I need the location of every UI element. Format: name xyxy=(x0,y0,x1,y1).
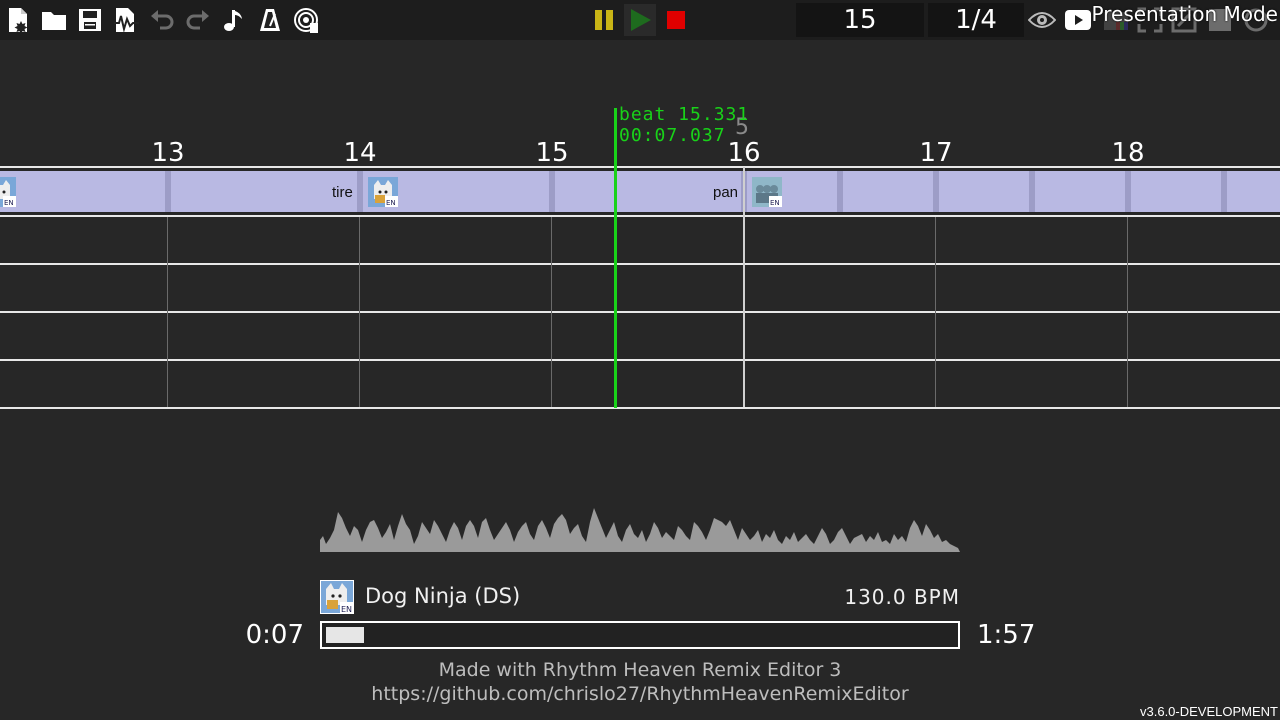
presentation-mode-icon[interactable] xyxy=(1062,4,1094,36)
beat-number: 14 xyxy=(343,138,377,168)
dog-ninja-icon: EN xyxy=(0,177,16,207)
beat-gridline xyxy=(1127,217,1128,407)
beat-gridline xyxy=(167,217,168,407)
credits-line: Made with Rhythm Heaven Remix Editor 3 xyxy=(438,659,842,681)
undo-icon[interactable] xyxy=(146,4,178,36)
broadcast-icon[interactable] xyxy=(290,4,322,36)
bpm-label: 130.0 BPM xyxy=(844,585,960,609)
version-label: v3.6.0-DEVELOPMENT xyxy=(1140,704,1278,719)
metronome-icon[interactable] xyxy=(254,4,286,36)
svg-text:EN: EN xyxy=(341,605,352,614)
stop-icon[interactable] xyxy=(660,4,692,36)
svg-text:EN: EN xyxy=(4,199,14,207)
cue-divider xyxy=(1029,171,1035,212)
playback-progress-bar[interactable] xyxy=(320,621,960,649)
cue-divider xyxy=(933,171,939,212)
beat-number: 15 xyxy=(535,138,569,168)
presentation-mode-tooltip: Presentation Mode xyxy=(1091,2,1278,26)
cue-divider xyxy=(549,171,555,212)
cue-divider xyxy=(1125,171,1131,212)
eye-icon[interactable] xyxy=(1026,4,1058,36)
dog-ninja-icon: EN xyxy=(368,177,398,207)
cue-divider xyxy=(1221,171,1227,212)
beat-readout[interactable]: 15 xyxy=(796,3,924,37)
beat-number: 18 xyxy=(1111,138,1145,168)
waveform xyxy=(320,508,960,552)
cue-divider xyxy=(837,171,843,212)
cue-divider xyxy=(165,171,171,212)
beat-gridline xyxy=(359,217,360,407)
track-line xyxy=(0,166,1280,168)
track-line xyxy=(0,311,1280,313)
beat-gridline xyxy=(551,217,552,407)
redo-icon[interactable] xyxy=(182,4,214,36)
play-icon[interactable] xyxy=(624,4,656,36)
music-note-icon[interactable] xyxy=(218,4,250,36)
new-file-icon[interactable] xyxy=(2,4,34,36)
github-link[interactable]: https://github.com/chrislo27/RhythmHeave… xyxy=(0,683,1280,705)
cue-track-bar[interactable] xyxy=(0,171,1280,212)
svg-text:EN: EN xyxy=(386,199,396,207)
open-folder-icon[interactable] xyxy=(38,4,70,36)
export-audio-icon[interactable] xyxy=(110,4,142,36)
beat-number: 13 xyxy=(151,138,185,168)
dog-ninja-icon: EN xyxy=(320,580,354,614)
timeline[interactable]: 13 14 15 16 17 18 tire pan EN EN EN 5 be… xyxy=(0,40,1280,440)
game-switch-icon: EN xyxy=(752,177,782,207)
save-icon[interactable] xyxy=(74,4,106,36)
cue-divider xyxy=(357,171,363,212)
track-line xyxy=(0,215,1280,217)
snap-readout[interactable]: 1/4 xyxy=(928,3,1024,37)
current-time: 0:07 xyxy=(245,620,304,650)
beat-number: 17 xyxy=(919,138,953,168)
track-line xyxy=(0,359,1280,361)
total-time: 1:57 xyxy=(977,620,1036,650)
beat-gridline xyxy=(935,217,936,407)
cue-label: pan xyxy=(713,184,739,201)
pause-icon[interactable] xyxy=(588,4,620,36)
toolbar: 15 1/4 Presentation Mode xyxy=(0,0,1280,40)
game-name: Dog Ninja (DS) xyxy=(365,584,521,608)
playhead-time-label: 00:07.037 xyxy=(619,125,726,146)
track-line xyxy=(0,263,1280,265)
beat-gridline xyxy=(743,167,745,407)
cue-label: tire xyxy=(332,184,353,201)
svg-text:EN: EN xyxy=(770,199,780,207)
playhead-beat-label: beat 15.331 xyxy=(619,104,750,125)
track-line xyxy=(0,407,1280,409)
progress-fill xyxy=(326,627,364,643)
playhead[interactable] xyxy=(614,108,617,408)
